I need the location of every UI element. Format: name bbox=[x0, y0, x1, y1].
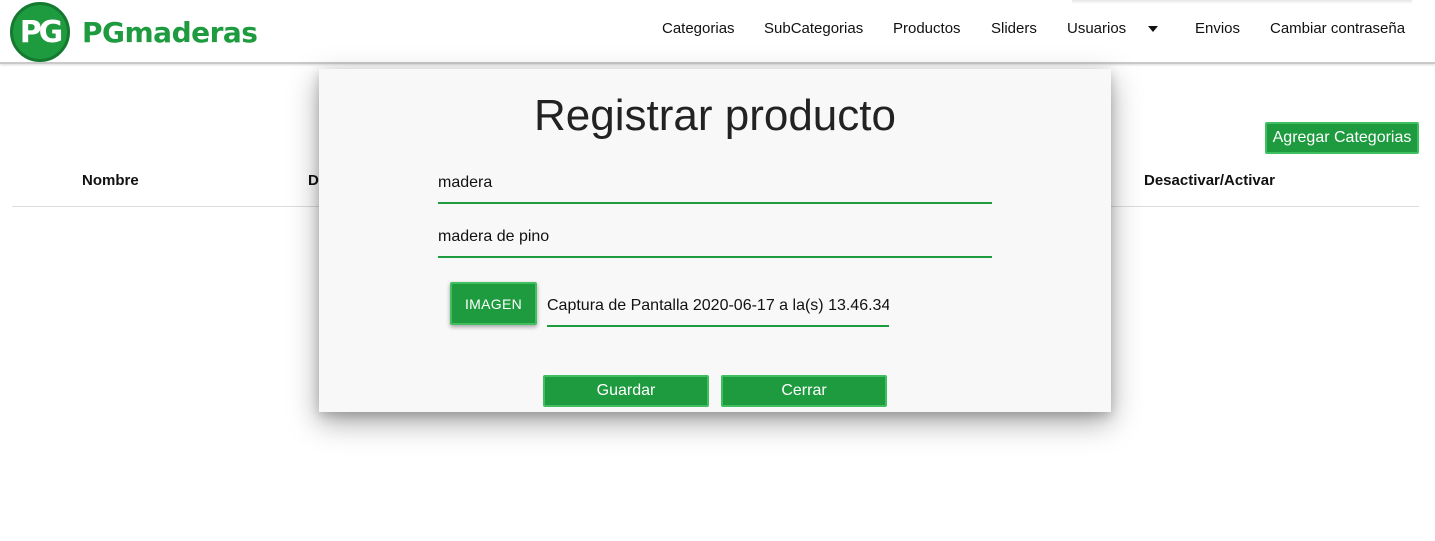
caret-down-icon[interactable] bbox=[1148, 26, 1158, 32]
brand-name: PGmaderas bbox=[82, 15, 258, 49]
nav-item-productos[interactable]: Productos bbox=[893, 20, 961, 37]
logo-text: PG bbox=[19, 14, 64, 50]
product-description-input[interactable] bbox=[438, 218, 992, 256]
logo-icon: PG bbox=[10, 2, 70, 62]
product-description-field bbox=[438, 218, 992, 258]
modal-title: Registrar producto bbox=[534, 91, 896, 140]
table-header-nombre: Nombre bbox=[82, 172, 139, 189]
product-name-input[interactable] bbox=[438, 164, 992, 202]
product-name-field bbox=[438, 164, 992, 204]
table-header-partial: D bbox=[308, 172, 319, 189]
brand-logo[interactable]: PG PGmaderas bbox=[10, 2, 258, 62]
nav-item-usuarios[interactable]: Usuarios bbox=[1067, 20, 1126, 37]
register-product-modal: Registrar producto IMAGEN Guardar Cerrar bbox=[319, 69, 1111, 412]
table-header-desactivar-activar: Desactivar/Activar bbox=[1144, 172, 1275, 189]
image-upload-button[interactable]: IMAGEN bbox=[450, 282, 537, 325]
navbar: PG PGmaderas Categorias SubCategorias Pr… bbox=[0, 0, 1435, 64]
file-name-input[interactable] bbox=[547, 287, 889, 325]
close-button[interactable]: Cerrar bbox=[721, 375, 887, 407]
add-categories-button[interactable]: Agregar Categorias bbox=[1265, 122, 1419, 154]
nav-item-cambiar-contrasena[interactable]: Cambiar contraseña bbox=[1270, 20, 1405, 37]
save-button[interactable]: Guardar bbox=[543, 375, 709, 407]
nav-item-categorias[interactable]: Categorias bbox=[662, 20, 735, 37]
file-name-field bbox=[547, 287, 889, 327]
nav-item-envios[interactable]: Envios bbox=[1195, 20, 1240, 37]
navbar-top-shadow bbox=[1072, 0, 1412, 4]
nav-item-sliders[interactable]: Sliders bbox=[991, 20, 1037, 37]
nav-item-subcategorias[interactable]: SubCategorias bbox=[764, 20, 863, 37]
